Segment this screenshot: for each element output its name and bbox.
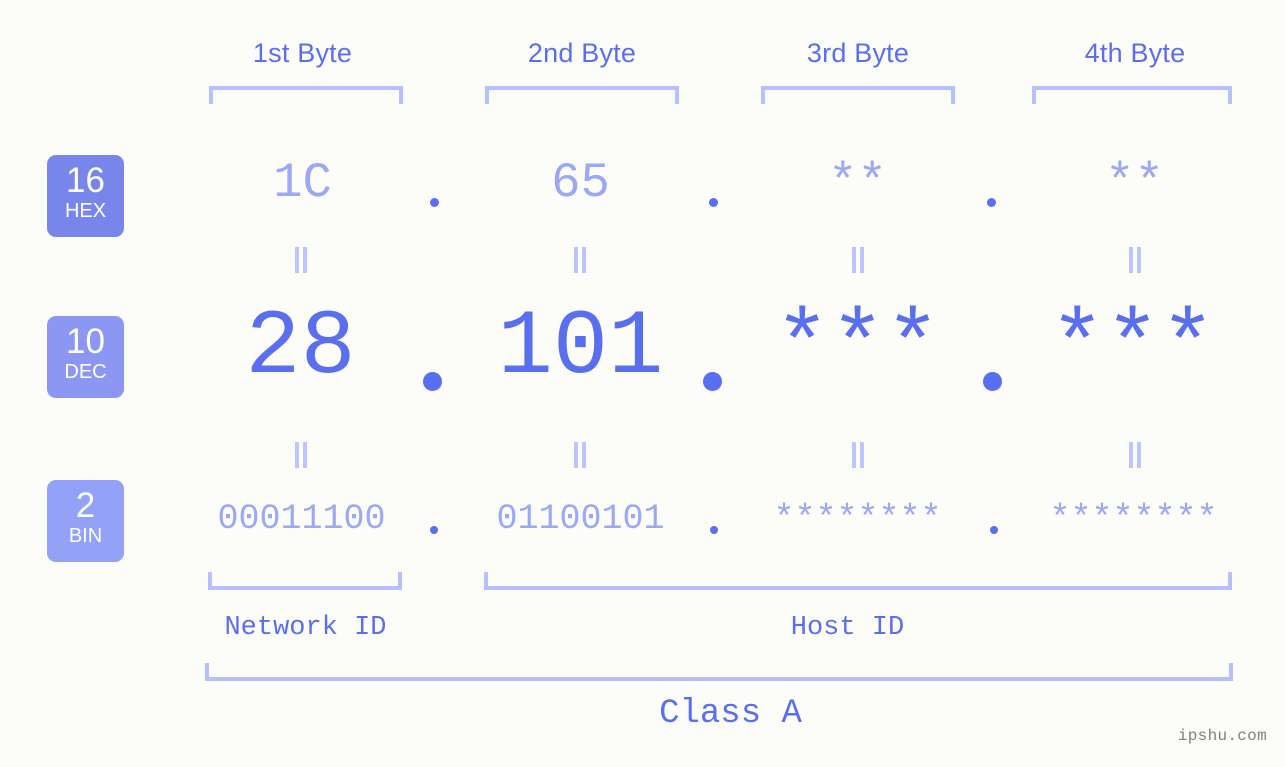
bin-byte-2: 01100101: [496, 499, 665, 539]
equals-marker-byte-2-dec-bin: [572, 442, 588, 468]
byte-bracket-4: [1032, 86, 1232, 104]
byte-header-3: 3rd Byte: [806, 38, 910, 68]
byte-header-2: 2nd Byte: [527, 38, 637, 68]
equals-marker-byte-4-dec-bin: [1127, 442, 1143, 468]
class-label: Class A: [659, 695, 802, 733]
equals-marker-byte-3-dec-bin: [850, 442, 866, 468]
equals-marker-byte-4-hex-dec: [1127, 247, 1143, 273]
dec-dot-2: [703, 372, 722, 391]
dec-byte-3: ***: [774, 295, 941, 400]
byte-bracket-1: [209, 86, 403, 104]
host-id-bracket: [484, 572, 1232, 590]
ip-address-breakdown-diagram: 1st Byte 2nd Byte 3rd Byte 4th Byte 16 H…: [0, 0, 1285, 767]
bin-byte-1: 00011100: [217, 499, 386, 539]
bin-byte-3: ********: [773, 499, 942, 539]
radix-badge-bin: 2 BIN: [47, 480, 124, 562]
radix-badge-hex-number: 16: [66, 161, 105, 200]
network-id-bracket: [208, 572, 402, 590]
equals-marker-byte-1-hex-dec: [293, 247, 309, 273]
hex-dot-2: [709, 198, 718, 207]
radix-badge-bin-label: BIN: [68, 525, 103, 547]
equals-marker-byte-3-hex-dec: [850, 247, 866, 273]
bin-dot-2: [710, 526, 718, 534]
hex-byte-4: **: [1105, 155, 1164, 211]
byte-header-1: 1st Byte: [252, 38, 353, 68]
hex-byte-2: 65: [551, 155, 610, 211]
bin-byte-4: ********: [1049, 499, 1218, 539]
dec-byte-2: 101: [497, 295, 664, 400]
radix-badge-dec-number: 10: [66, 322, 105, 361]
network-id-label: Network ID: [224, 613, 387, 643]
hex-dot-3: [987, 198, 996, 207]
host-id-label: Host ID: [790, 613, 905, 643]
radix-badge-bin-number: 2: [75, 486, 96, 525]
radix-badge-dec-label: DEC: [64, 361, 107, 383]
byte-header-4: 4th Byte: [1084, 38, 1186, 68]
bin-dot-1: [430, 526, 438, 534]
byte-bracket-2: [485, 86, 679, 104]
equals-marker-byte-1-dec-bin: [293, 442, 309, 468]
dec-dot-1: [423, 372, 442, 391]
dec-byte-1: 28: [245, 295, 356, 400]
hex-dot-1: [430, 198, 439, 207]
dec-dot-3: [983, 372, 1002, 391]
dec-byte-4: ***: [1049, 295, 1216, 400]
site-watermark: ipshu.com: [1177, 727, 1267, 745]
hex-byte-3: **: [828, 155, 887, 211]
hex-byte-1: 1C: [273, 155, 332, 211]
class-bracket: [205, 663, 1233, 681]
radix-badge-hex-label: HEX: [64, 200, 107, 222]
bin-dot-3: [990, 526, 998, 534]
byte-bracket-3: [761, 86, 955, 104]
radix-badge-hex: 16 HEX: [47, 155, 124, 237]
radix-badge-dec: 10 DEC: [47, 316, 124, 398]
equals-marker-byte-2-hex-dec: [572, 247, 588, 273]
